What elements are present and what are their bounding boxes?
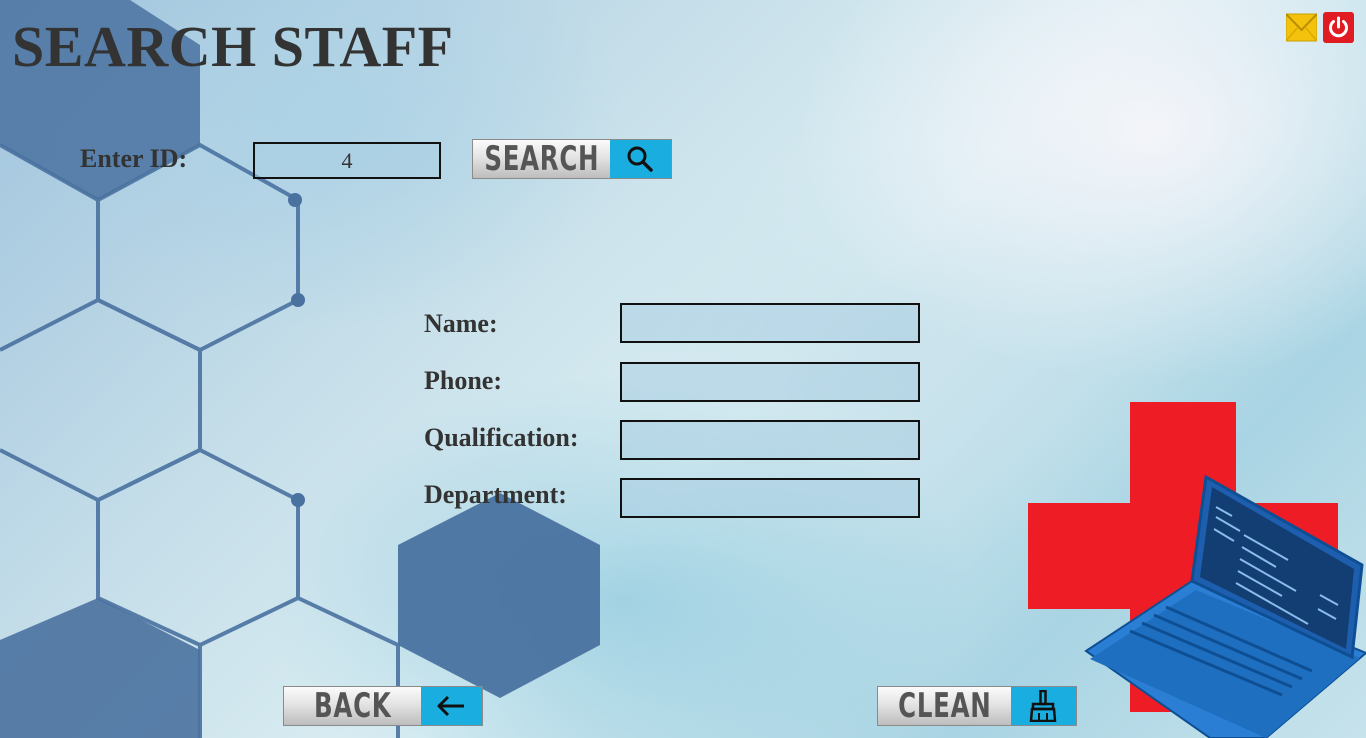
enter-id-label: Enter ID: (80, 144, 188, 173)
hexagon-shape (398, 493, 600, 698)
department-label: Department: (424, 480, 567, 509)
arrow-left-icon (437, 695, 465, 717)
phone-label: Phone: (424, 366, 502, 395)
power-button[interactable] (1323, 12, 1354, 43)
clean-button-text: CLEAN (878, 687, 1011, 725)
hexagon-shape (0, 598, 200, 738)
name-label: Name: (424, 309, 498, 338)
name-field[interactable] (620, 303, 920, 343)
search-button-text: SEARCH (473, 140, 610, 178)
clean-button[interactable]: CLEAN (877, 686, 1077, 726)
mail-icon (1285, 13, 1318, 42)
power-icon (1323, 12, 1354, 43)
department-field[interactable] (620, 478, 920, 518)
back-button-text: BACK (284, 687, 421, 725)
search-icon (627, 146, 654, 172)
phone-field[interactable] (620, 362, 920, 402)
search-button-icon-area (609, 140, 671, 178)
mail-button[interactable] (1285, 12, 1318, 43)
qualification-field[interactable] (620, 420, 920, 460)
back-button[interactable]: BACK (283, 686, 483, 726)
search-button[interactable]: SEARCH (472, 139, 672, 179)
page-title: SEARCH STAFF (12, 14, 454, 79)
clean-button-icon-area (1010, 687, 1076, 725)
qualification-label: Qualification: (424, 423, 579, 452)
id-input[interactable] (253, 142, 441, 179)
back-button-icon-area (420, 687, 482, 725)
broom-icon (1029, 690, 1057, 722)
